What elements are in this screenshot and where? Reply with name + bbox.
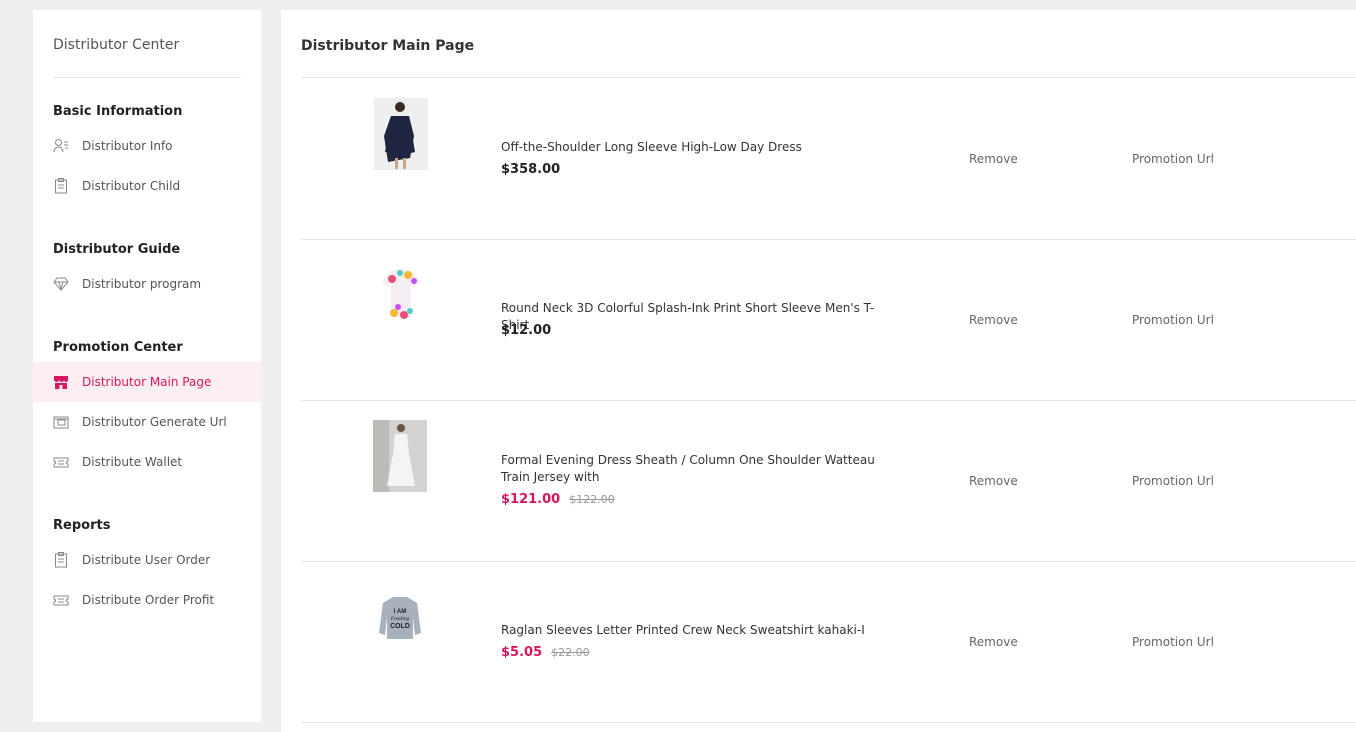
clipboard-icon [53, 552, 69, 568]
remove-button[interactable]: Remove [969, 635, 1018, 649]
product-row: Formal Evening Dress Sheath / Column One… [301, 400, 1356, 562]
page-title: Distributor Main Page [301, 38, 475, 54]
product-row: Round Neck 3D Colorful Splash-Ink Print … [301, 239, 1356, 401]
product-row: I AM Freaking COLD Raglan Sleeves Letter… [301, 561, 1356, 723]
sidebar-item-distribute-wallet[interactable]: Distribute Wallet [33, 442, 261, 482]
sidebar-item-label: Distributor Main Page [82, 375, 212, 389]
sidebar-item-distributor-program[interactable]: Distributor program [33, 264, 261, 304]
original-price: $22.00 [551, 646, 590, 659]
current-price: $121.00 [501, 492, 561, 507]
section-promotion-center: Promotion Center [53, 340, 183, 355]
sidebar-item-distributor-generate-url[interactable]: Distributor Generate Url [33, 402, 261, 442]
ticket-icon [53, 454, 69, 470]
sidebar: Distributor Center Basic Information Dis… [33, 10, 261, 722]
product-price: $358.00 [501, 162, 560, 177]
remove-button[interactable]: Remove [969, 313, 1018, 327]
sidebar-item-label: Distribute Wallet [82, 455, 183, 469]
sidebar-item-label: Distributor Generate Url [82, 415, 227, 429]
sidebar-item-distributor-child[interactable]: Distributor Child [33, 166, 261, 206]
product-price: $12.00 [501, 323, 551, 338]
sidebar-item-label: Distributor program [82, 277, 202, 291]
user-list-icon [53, 138, 69, 154]
sidebar-item-label: Distribute Order Profit [82, 593, 215, 607]
product-image[interactable] [374, 259, 428, 331]
section-basic-information: Basic Information [53, 104, 183, 119]
product-image[interactable]: I AM Freaking COLD [373, 581, 427, 653]
sidebar-item-label: Distribute User Order [82, 553, 211, 567]
sidebar-item-label: Distributor Child [82, 179, 181, 193]
remove-button[interactable]: Remove [969, 152, 1018, 166]
sidebar-item-distribute-user-order[interactable]: Distribute User Order [33, 540, 261, 580]
product-name[interactable]: Off-the-Shoulder Long Sleeve High-Low Da… [501, 139, 881, 156]
sidebar-item-label: Distributor Info [82, 139, 173, 153]
promotion-url-button[interactable]: Promotion Url [1132, 152, 1214, 166]
sweatshirt-print-line: I AM [394, 609, 406, 615]
sidebar-item-distribute-order-profit[interactable]: Distribute Order Profit [33, 580, 261, 620]
product-name[interactable]: Round Neck 3D Colorful Splash-Ink Print … [501, 300, 881, 334]
section-reports: Reports [53, 518, 111, 533]
product-name[interactable]: Formal Evening Dress Sheath / Column One… [501, 452, 881, 486]
divider [53, 77, 241, 78]
product-price: $5.05 $22.00 [501, 645, 590, 660]
promotion-url-button[interactable]: Promotion Url [1132, 635, 1214, 649]
product-price: $121.00 $122.00 [501, 492, 615, 507]
current-price: $5.05 [501, 645, 543, 660]
sweatshirt-print-line: Freaking [390, 617, 410, 622]
product-image[interactable] [374, 98, 428, 170]
section-distributor-guide: Distributor Guide [53, 242, 181, 257]
product-row: Off-the-Shoulder Long Sleeve High-Low Da… [301, 78, 1356, 240]
main-panel: Distributor Main Page Off-the-Shoulder L… [281, 10, 1356, 732]
original-price: $122.00 [569, 493, 615, 506]
clipboard-icon [53, 178, 69, 194]
sidebar-item-distributor-info[interactable]: Distributor Info [33, 126, 261, 166]
current-price: $358.00 [501, 162, 561, 177]
remove-button[interactable]: Remove [969, 474, 1018, 488]
product-name[interactable]: Raglan Sleeves Letter Printed Crew Neck … [501, 622, 881, 639]
promotion-url-button[interactable]: Promotion Url [1132, 474, 1214, 488]
sweatshirt-print-line: COLD [390, 623, 410, 630]
diamond-icon [53, 276, 69, 292]
promotion-url-button[interactable]: Promotion Url [1132, 313, 1214, 327]
current-price: $12.00 [501, 323, 552, 338]
ticket-icon [53, 592, 69, 608]
sidebar-item-distributor-main-page[interactable]: Distributor Main Page [33, 362, 261, 402]
product-image[interactable] [373, 420, 427, 492]
wallet-card-icon [53, 414, 69, 430]
shop-icon [53, 374, 69, 390]
sidebar-title: Distributor Center [53, 37, 180, 53]
